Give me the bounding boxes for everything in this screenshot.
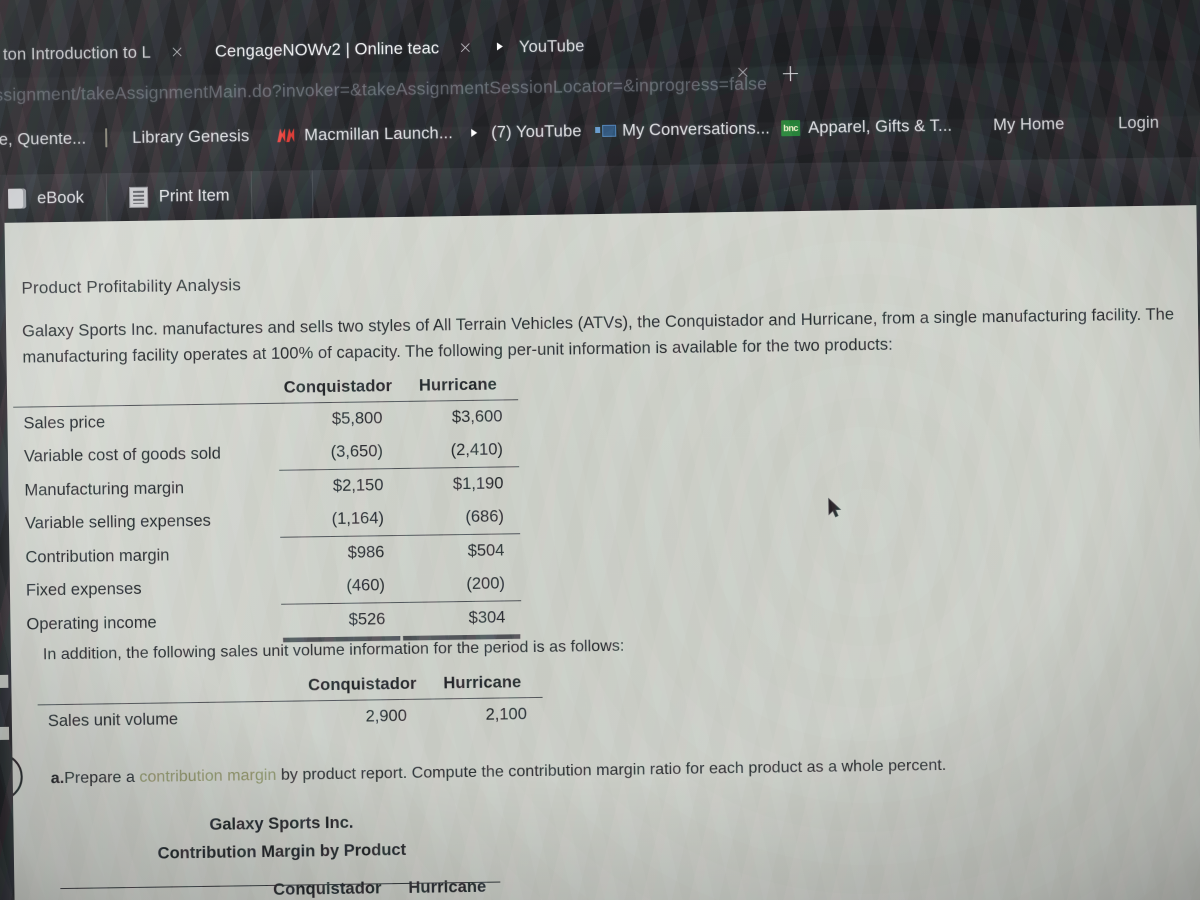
bookmark-item-my-conversations[interactable]: My Conversations... [595,111,770,148]
toolbar-item-label: eBook [36,188,85,207]
answer-form-subtitle: Contribution Margin by Product [157,840,407,863]
bookmark-item-my-home[interactable]: My Home [966,107,1065,142]
cell-hurricane: 2,100 [422,697,544,733]
answer-form-table: Conquistador Hurricane Cost of goods sol… [52,877,503,900]
cell-conquistador: 2,900 [302,699,424,735]
bookmark-item-youtube[interactable]: (7) YouTube [464,114,582,150]
column-header-hurricane: Hurricane [443,673,522,693]
question-text-before: Prepare a [64,768,140,787]
cell-hurricane: (2,410) [398,433,520,469]
print-icon [128,186,149,208]
cell-conquistador: $5,800 [278,401,399,437]
bookmark-item-macmillan[interactable]: Macmillan Launch... [277,116,453,153]
question-a: a.Prepare a contribution margin by produ… [51,755,1071,788]
row-label: Sales unit volume [37,700,304,739]
sales-volume-table: Conquistador Hurricane Sales unit volume… [37,673,544,739]
column-header-conquistador: Conquistador [308,674,417,695]
tab-title: CengageNOWv2 | Online teac [214,38,440,61]
screen-photo: ton Introduction to L × CengageNOWv2 | O… [0,0,1200,900]
grid-icon [1091,114,1110,133]
bookmark-label: Login [1117,113,1160,132]
row-label: Variable cost of goods sold [23,444,221,466]
table-row: Sales unit volume 2,900 2,100 [37,697,544,739]
tab-title: YouTube [518,36,585,56]
bookmarks-bar: come, Quente... Library Genesis Macmilla… [0,105,1200,167]
bookmark-label: My Conversations... [622,118,771,140]
youtube-icon [464,123,483,142]
cell-hurricane: $304 [401,601,521,636]
row-label: Fixed expenses [25,580,142,600]
bookmark-item-apparel[interactable]: bnc Apparel, Gifts & T... [781,109,952,146]
bnc-icon: bnc [781,119,801,138]
row-label: Contribution margin [25,546,170,567]
macmillan-icon [277,126,296,145]
page-title: Product Profitability Analysis [21,275,242,298]
bookmark-label: My Home [993,114,1065,134]
table-row: Operating income $526 $304 [16,601,521,642]
column-header-hurricane: Hurricane [392,877,503,900]
cell-hurricane: $1,190 [452,474,504,494]
answer-form-title: Galaxy Sports Inc. [209,813,354,834]
bookmark-item-login[interactable]: Login [1091,106,1159,141]
book-icon [105,127,124,148]
per-unit-table: Conquistador Hurricane Sales price $5,80… [13,375,522,641]
bookmark-label: Library Genesis [132,126,250,147]
tab-favicon-cengage-icon [186,42,206,62]
page-surface: eBook Print Item Product Profitability A… [0,156,1200,900]
tab-title: ton Introduction to L [2,43,152,64]
mouse-cursor-icon [828,497,842,518]
bookmark-label: (7) YouTube [491,121,582,142]
column-header-conquistador: Conquistador [262,879,393,900]
bookmark-item-library-genesis[interactable]: Library Genesis [105,119,250,155]
bookmark-item-0[interactable]: come, Quente... [0,122,86,158]
intro-paragraph: Galaxy Sports Inc. manufactures and sell… [21,305,1175,367]
cell-hurricane: $3,600 [398,399,519,435]
cell-conquistador: (1,164) [279,501,401,538]
monitor-image: ton Introduction to L × CengageNOWv2 | O… [0,0,1200,900]
toolbar-item-label: Print Item [158,185,230,206]
bookmark-label: Macmillan Launch... [304,123,453,144]
column-header-hurricane: Hurricane [418,375,498,395]
toolbar-print-item-button[interactable]: Print Item [106,171,253,222]
grid-icon [966,116,985,135]
row-label: Operating income [26,613,157,634]
bookmark-label: come, Quente... [0,129,87,149]
column-header-conquistador: Conquistador [283,377,393,397]
cell-hurricane: (200) [400,567,522,603]
contribution-margin-link[interactable]: contribution margin [139,767,276,786]
row-label: Variable selling expenses [24,512,211,533]
browser-tab-3[interactable]: YouTube [480,20,595,74]
toolbar-spacer [252,170,314,220]
cell-hurricane: (686) [399,500,521,536]
bookmark-label: Apparel, Gifts & T... [808,116,953,137]
cell-conquistador: $986 [347,543,385,562]
cell-conquistador: (3,650) [278,434,400,471]
browser-chrome: ton Introduction to L × CengageNOWv2 | O… [0,0,1200,186]
ebook-icon [7,188,27,209]
table-header-row: Conquistador Hurricane [52,877,503,900]
cell-conquistador: $526 [281,602,401,637]
question-letter: a. [50,769,65,788]
browser-tab-2[interactable]: CengageNOWv2 | Online teac × [176,22,483,79]
cell-hurricane: $504 [467,541,505,560]
browser-tab-1[interactable]: ton Introduction to L × [0,26,195,81]
tab-favicon-youtube-icon [490,37,510,57]
question-text-after: by product report. Compute the contribut… [276,756,947,784]
tab-close-icon[interactable]: × [458,37,473,57]
row-label: Sales price [13,403,279,441]
row-label: Manufacturing margin [24,478,185,500]
conversations-icon [595,121,614,140]
cell-conquistador: (460) [280,568,402,605]
cell-conquistador: $2,150 [332,476,384,495]
toolbar-ebook-button[interactable]: eBook [0,173,108,224]
